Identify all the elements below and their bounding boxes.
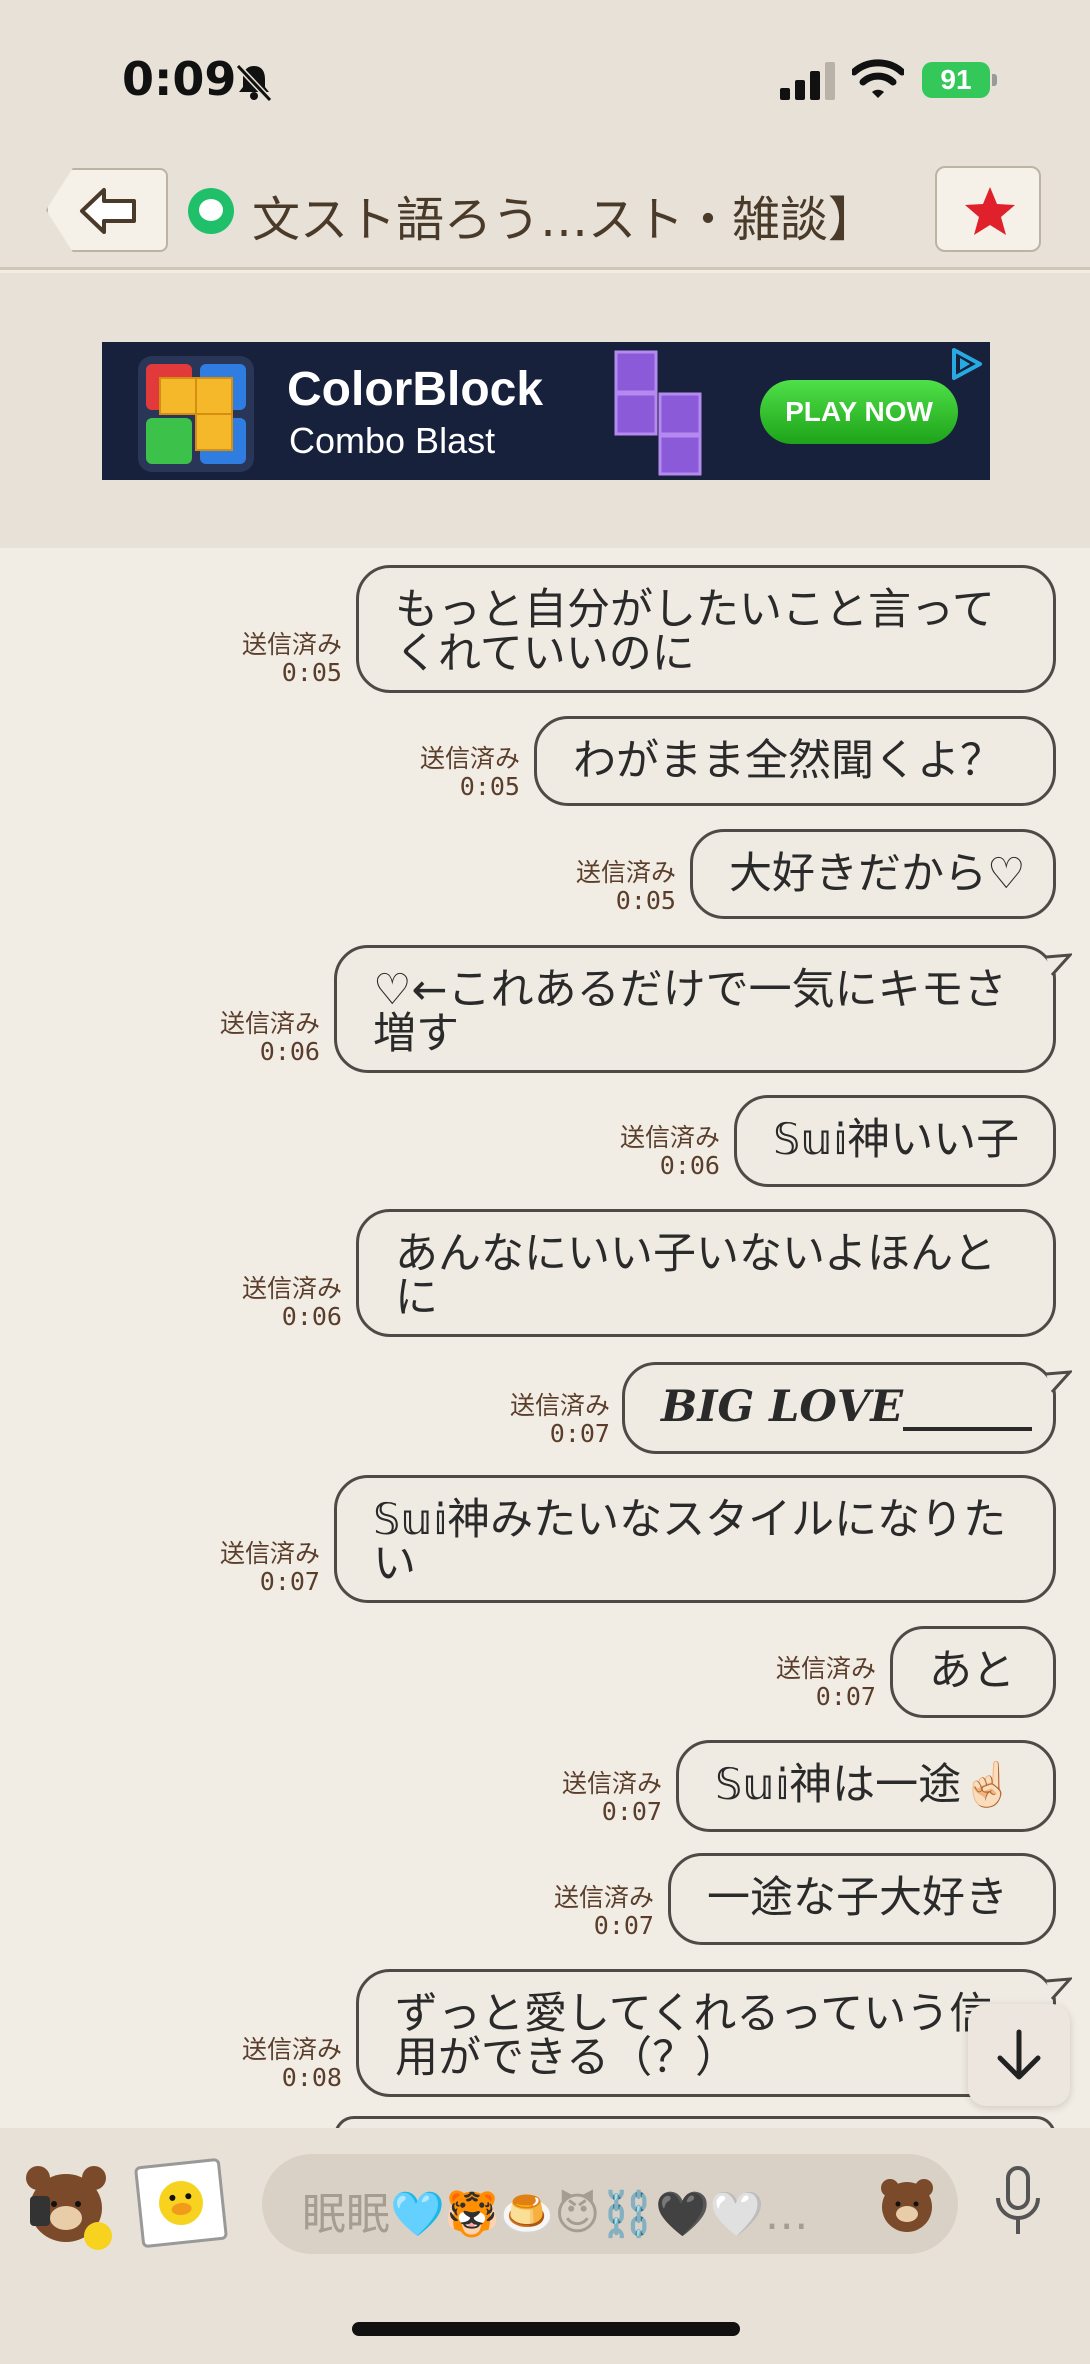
- read-status: 送信済み: [509, 1391, 610, 1420]
- favorite-button[interactable]: [935, 166, 1041, 252]
- message-time: 0:08: [281, 2063, 342, 2092]
- message-bubble[interactable]: 一途な子大好き: [668, 1853, 1056, 1945]
- read-status: 送信済み: [219, 1539, 320, 1568]
- read-status: 送信済み: [561, 1769, 662, 1798]
- arrow-down-icon: [997, 2029, 1041, 2080]
- message-time: 0:07: [259, 1567, 320, 1596]
- ad-area: ColorBlock Combo Blast PLAY NOW: [0, 273, 1090, 548]
- message-meta: 送信済み 0:05: [380, 745, 520, 801]
- message-time: 0:05: [281, 658, 342, 687]
- chat-screen: 0:09 91 文スト語ろう…スト・雑談】 ColorBlock Combo B…: [0, 0, 1090, 2364]
- ad-choices-icon[interactable]: [944, 344, 988, 384]
- message-time: 0:07: [601, 1797, 662, 1826]
- scroll-to-bottom-button[interactable]: [968, 2004, 1070, 2106]
- wifi-icon: [852, 59, 904, 98]
- read-status: 送信済み: [775, 1654, 876, 1683]
- message-bubble[interactable]: わがまま全然聞くよ？: [534, 716, 1056, 806]
- read-status: 送信済み: [241, 1274, 342, 1303]
- message-time: 0:07: [549, 1419, 610, 1448]
- message-meta: 送信済み 0:07: [522, 1770, 662, 1826]
- read-status: 送信済み: [575, 858, 676, 887]
- read-status: 送信済み: [241, 2035, 342, 2064]
- back-arrow-icon: [80, 188, 136, 234]
- message-bubble[interactable]: 𝕊𝕦𝕚神みたいなスタイルになりたい: [334, 1475, 1056, 1603]
- read-status: 送信済み: [241, 630, 342, 659]
- tetromino-icon: [614, 350, 702, 476]
- bell-muted-icon: [235, 63, 273, 103]
- bubble-tail: [1046, 1370, 1072, 1394]
- colorblock-logo-icon: [138, 356, 254, 472]
- status-bar: 0:09 91: [0, 0, 1090, 150]
- ad-subtitle: Combo Blast: [289, 420, 496, 461]
- read-status: 送信済み: [219, 1009, 320, 1038]
- photo-button[interactable]: [133, 2157, 229, 2249]
- star-icon: [965, 187, 1015, 235]
- ad-banner[interactable]: ColorBlock Combo Blast PLAY NOW: [102, 342, 990, 480]
- open-chat-icon: [188, 188, 234, 234]
- photo-icon: [143, 2167, 219, 2239]
- message-input[interactable]: 眠眠🩵🐯🍮😈⛓️🖤🤍…: [262, 2154, 958, 2254]
- home-indicator[interactable]: [352, 2322, 740, 2336]
- microphone-icon[interactable]: [990, 2164, 1046, 2244]
- status-time: 0:09: [122, 52, 237, 106]
- message-bubble[interactable]: もっと自分がしたいこと言ってくれていいのに: [356, 565, 1056, 693]
- back-button[interactable]: [46, 168, 168, 252]
- message-meta: 送信済み 0:06: [580, 1124, 720, 1180]
- read-status: 送信済み: [419, 744, 520, 773]
- message-bubble[interactable]: あんなにいい子いないよほんとに: [356, 1209, 1056, 1337]
- battery-indicator: 91: [922, 62, 998, 98]
- message-meta: 送信済み 0:07: [736, 1655, 876, 1711]
- read-status: 送信済み: [619, 1123, 720, 1152]
- message-bubble[interactable]: ♡←これあるだけで一気にキモさ増す: [334, 945, 1056, 1073]
- message-bubble[interactable]: 𝕊𝕦𝕚神は一途☝🏻: [676, 1740, 1056, 1832]
- message-meta: 送信済み 0:06: [200, 1275, 342, 1331]
- message-time: 0:06: [259, 1037, 320, 1066]
- message-time: 0:06: [281, 1302, 342, 1331]
- battery-level: 91: [940, 64, 972, 95]
- emoji-button-icon[interactable]: [878, 2176, 936, 2234]
- message-time: 0:05: [615, 886, 676, 915]
- message-meta: 送信済み 0:07: [180, 1540, 320, 1596]
- message-input-text: 眠眠🩵🐯🍮😈⛓️🖤🤍…: [302, 2189, 809, 2240]
- message-time: 0:06: [659, 1151, 720, 1180]
- cellular-signal-icon: [780, 62, 835, 100]
- message-bubble[interactable]: 𝑩𝑰𝑮 𝑳𝑶𝑽𝑬______: [622, 1362, 1056, 1454]
- message-meta: 送信済み 0:05: [540, 859, 676, 915]
- message-time: 0:07: [593, 1911, 654, 1940]
- message-time: 0:07: [815, 1682, 876, 1711]
- ad-title: ColorBlock: [287, 363, 544, 416]
- message-meta: 送信済み 0:08: [200, 2036, 342, 2092]
- message-bubble[interactable]: ずっと愛してくれるっていう信用ができる（？）: [356, 1969, 1056, 2097]
- chat-room-title[interactable]: 文スト語ろう…スト・雑談】: [252, 180, 876, 250]
- bubble-tail: [1046, 1977, 1072, 2001]
- read-status: 送信済み: [553, 1883, 654, 1912]
- message-bubble[interactable]: あと: [890, 1626, 1056, 1718]
- message-meta: 送信済み 0:07: [514, 1884, 654, 1940]
- message-meta: 送信済み 0:07: [470, 1392, 610, 1448]
- chat-header: 文スト語ろう…スト・雑談】: [0, 150, 1090, 270]
- message-time: 0:05: [459, 772, 520, 801]
- message-bubble[interactable]: 𝕊𝕦𝕚神いい子: [734, 1095, 1056, 1187]
- message-meta: 送信済み 0:05: [200, 631, 342, 687]
- message-bubble[interactable]: 大好きだから♡: [690, 829, 1056, 919]
- sticker-icon[interactable]: [20, 2156, 116, 2252]
- bubble-tail: [1046, 953, 1072, 977]
- message-meta: 送信済み 0:06: [180, 1010, 320, 1066]
- ad-play-now-button[interactable]: PLAY NOW: [760, 380, 958, 444]
